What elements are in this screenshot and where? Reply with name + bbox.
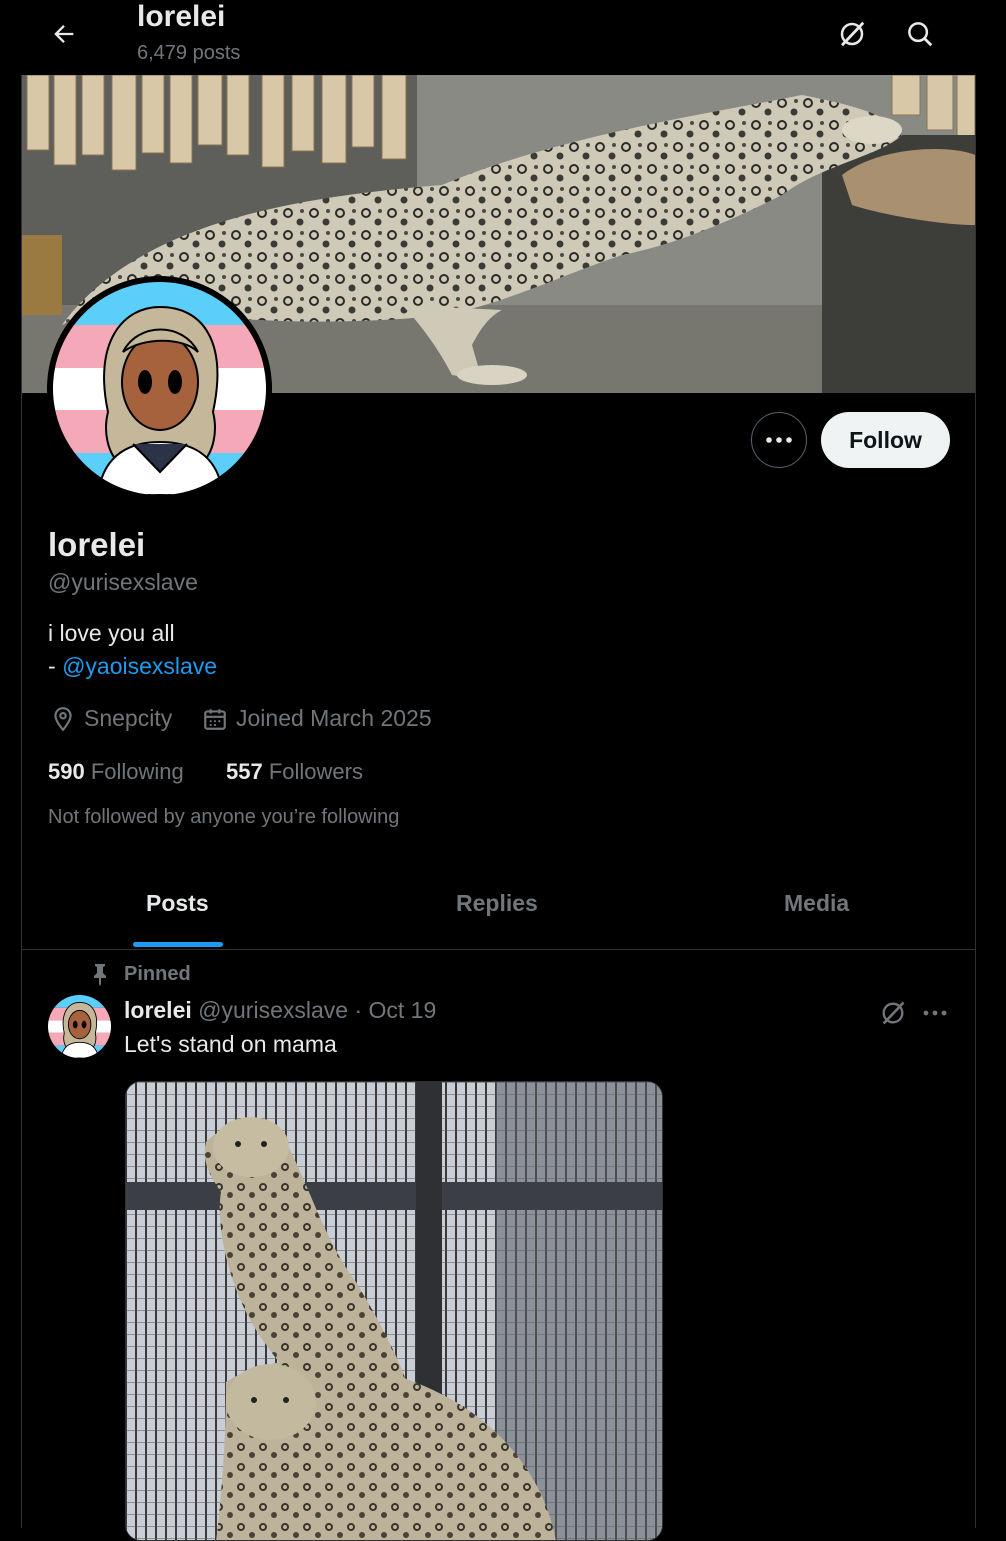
post-separator: · (354, 997, 363, 1023)
profile-joined: Joined March 2025 (202, 705, 432, 732)
profile-avatar[interactable] (47, 276, 272, 501)
profile-location: Snepcity (50, 705, 172, 732)
joined-text: Joined March 2025 (236, 705, 432, 731)
post-author-handle[interactable]: @yurisexslave (198, 997, 348, 1023)
pinned-label: Pinned (124, 963, 191, 985)
followers-stat[interactable]: 557 Followers (226, 759, 363, 785)
post-photo (126, 1082, 662, 1540)
profile-bio-line: i love you all (48, 620, 175, 646)
arrow-left-icon (54, 25, 74, 43)
followers-label: Followers (268, 759, 363, 784)
slash-circle-icon (840, 21, 865, 47)
avatar-image (53, 282, 266, 495)
tab-posts[interactable]: Posts (146, 890, 209, 917)
slash-circle-icon (882, 1001, 905, 1025)
bio-prefix: - (48, 653, 63, 679)
calendar-icon (204, 708, 226, 730)
more-dots-icon (923, 1010, 947, 1016)
post-more-button[interactable] (917, 995, 953, 1031)
following-stat[interactable]: 590 Following (48, 759, 184, 785)
profile-bio-mention-line: - @yaoisexslave (48, 653, 217, 680)
top-bar: lorelei 6,479 posts (0, 0, 1006, 75)
pin-icon (94, 964, 106, 986)
post-avatar-image (48, 995, 111, 1058)
follow-button[interactable]: Follow (821, 412, 950, 468)
tab-replies[interactable]: Replies (456, 890, 538, 917)
search-icon (908, 22, 933, 47)
header-name: lorelei (137, 0, 226, 33)
grok-button[interactable] (830, 12, 874, 56)
location-pin-icon (54, 706, 72, 731)
header-post-count: 6,479 posts (137, 42, 241, 64)
post-author-avatar[interactable] (48, 995, 111, 1058)
location-text: Snepcity (84, 705, 173, 731)
followers-count: 557 (226, 759, 263, 784)
search-button[interactable] (898, 12, 942, 56)
bio-mention-link[interactable]: @yaoisexslave (62, 653, 217, 679)
post-media-image[interactable] (125, 1081, 663, 1541)
active-tab-indicator (133, 942, 223, 947)
more-dots-icon (766, 437, 792, 443)
post-author-name[interactable]: lorelei (124, 997, 192, 1023)
post-header: lorelei @yurisexslave · Oct 19 (124, 997, 436, 1024)
tab-media[interactable]: Media (784, 890, 849, 917)
post-grok-button[interactable] (875, 995, 911, 1031)
back-button[interactable] (44, 14, 84, 54)
profile-display-name: lorelei (48, 526, 146, 563)
tabs-divider (22, 949, 975, 950)
post-date[interactable]: Oct 19 (369, 997, 437, 1023)
more-options-button[interactable] (751, 412, 807, 468)
following-label: Following (90, 759, 184, 784)
not-followed-notice: Not followed by anyone you’re following (48, 806, 400, 828)
following-count: 590 (48, 759, 85, 784)
profile-handle: @yurisexslave (48, 569, 198, 595)
post-text: Let's stand on mama (124, 1031, 337, 1057)
